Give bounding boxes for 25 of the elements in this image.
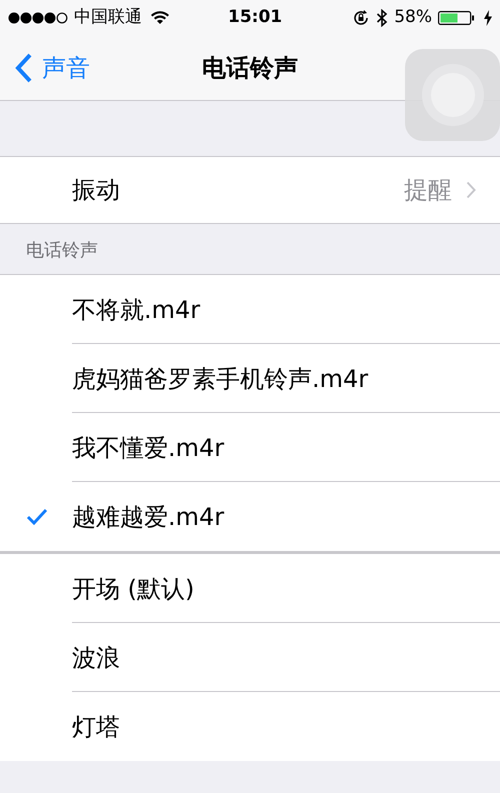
- ringtone-name: 不将就.m4r: [72, 294, 200, 326]
- rotation-lock-icon: [352, 9, 370, 27]
- back-button[interactable]: 声音: [14, 50, 90, 86]
- nav-title: 电话铃声: [202, 53, 298, 84]
- ringtone-name: 波浪: [72, 642, 120, 674]
- back-chevron-icon: [14, 52, 34, 84]
- ringtone-name: 越难越爱.m4r: [72, 502, 224, 532]
- clock: 15:01: [228, 6, 282, 30]
- vibration-label: 振动: [72, 175, 120, 206]
- vibration-value: 提醒: [404, 175, 452, 206]
- ringtone-name: 灯塔: [72, 712, 120, 742]
- ringtone-name: 虎妈猫爸罗素手机铃声.m4r: [72, 364, 368, 394]
- bluetooth-icon: [376, 9, 388, 27]
- ringtone-name: 开场 (默认): [72, 574, 194, 604]
- ringtone-name: 我不懂爱.m4r: [72, 432, 224, 464]
- wifi-icon: [150, 11, 170, 25]
- disclosure-chevron-icon: [466, 181, 476, 199]
- signal-icon: [8, 12, 70, 24]
- section-header: 电话铃声: [26, 239, 98, 263]
- checkmark-icon: [26, 508, 48, 525]
- assistive-touch-button[interactable]: [405, 49, 500, 141]
- battery-percentage: 58%: [394, 6, 432, 30]
- carrier: 中国联通: [74, 6, 142, 30]
- vibration-row[interactable]: 振动 提醒: [0, 156, 500, 224]
- charging-icon: [484, 10, 492, 26]
